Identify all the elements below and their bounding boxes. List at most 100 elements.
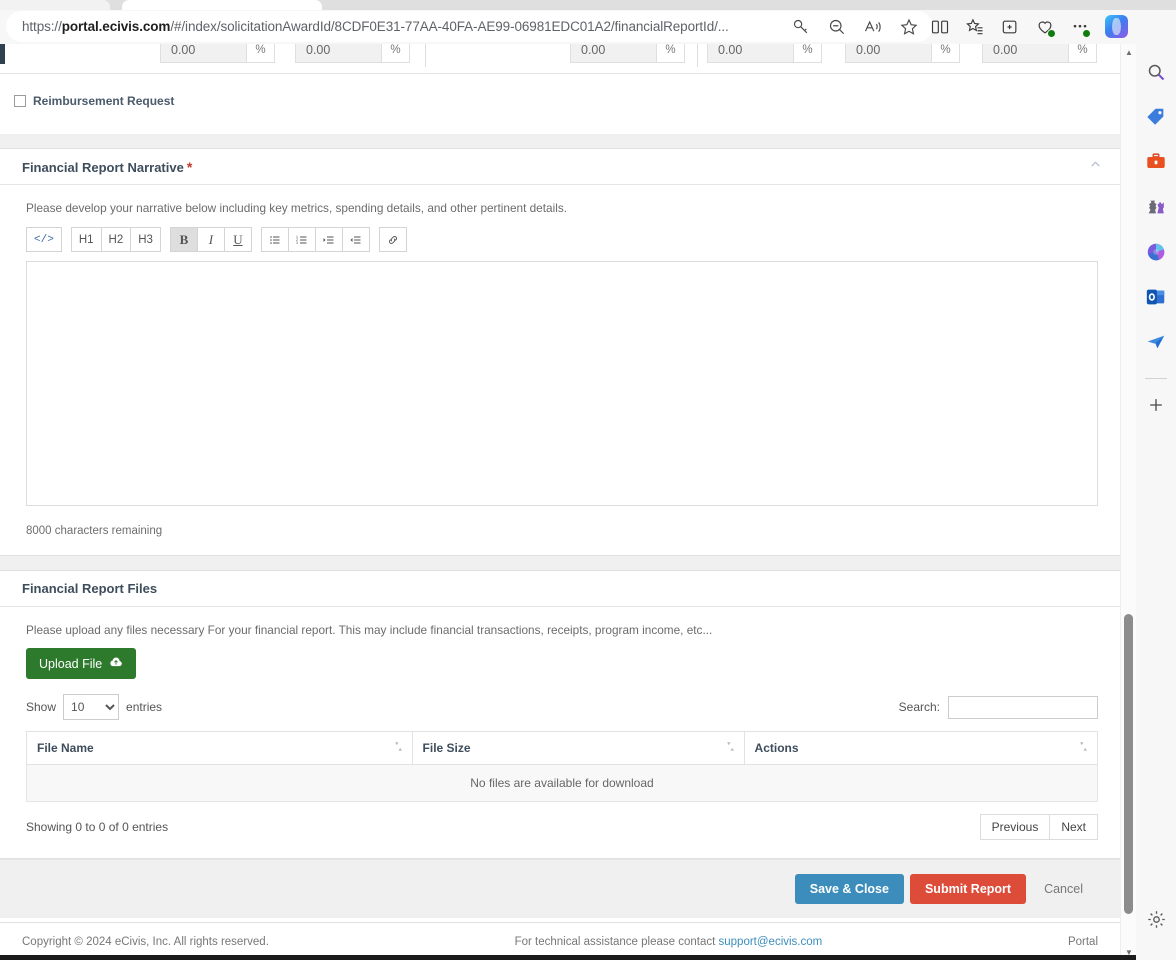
- percentage-input[interactable]: 0.00: [707, 44, 794, 63]
- send-plane-icon[interactable]: [1142, 328, 1170, 356]
- percentage-input[interactable]: 0.00: [570, 44, 657, 63]
- shopping-tag-icon[interactable]: [1142, 103, 1170, 131]
- column-header-file-size[interactable]: File Size: [412, 732, 744, 765]
- underline-button[interactable]: U: [224, 227, 252, 252]
- settings-update-badge: [1082, 29, 1091, 38]
- settings-more-icon[interactable]: [1070, 17, 1090, 37]
- outdent-button[interactable]: [342, 227, 370, 252]
- column-header-actions[interactable]: Actions: [744, 732, 1097, 765]
- italic-button[interactable]: I: [197, 227, 225, 252]
- zoom-out-icon[interactable]: [827, 17, 847, 37]
- reimbursement-request-row[interactable]: Reimbursement Request: [0, 74, 1120, 108]
- previous-page-button[interactable]: Previous: [980, 814, 1051, 840]
- percentage-field-5[interactable]: 0.00%: [845, 44, 960, 63]
- browser-chrome: https://portal.ecivis.com/#/index/solici…: [0, 0, 1176, 44]
- table-info: Showing 0 to 0 of 0 entries: [26, 820, 168, 834]
- footer-copyright: Copyright © 2024 eCivis, Inc. All rights…: [22, 936, 269, 948]
- browser-tab-inactive[interactable]: [0, 0, 110, 10]
- table-row: No files are available for download: [27, 765, 1098, 802]
- heading-3-button[interactable]: H3: [130, 227, 161, 252]
- percentage-field-2[interactable]: 0.00%: [295, 44, 410, 63]
- indent-button[interactable]: [315, 227, 343, 252]
- percentage-input[interactable]: 0.00: [295, 44, 382, 63]
- rte-button-group: [379, 227, 407, 252]
- address-bar[interactable]: https://portal.ecivis.com/#/index/solici…: [6, 11, 933, 42]
- browser-essentials-icon[interactable]: [1035, 17, 1055, 37]
- read-aloud-icon[interactable]: [863, 17, 883, 37]
- rich-text-toolbar: </> H1H2H3 BIU 123: [26, 227, 1098, 252]
- cancel-button[interactable]: Cancel: [1029, 874, 1098, 904]
- percentage-field-4[interactable]: 0.00%: [707, 44, 822, 63]
- heading-1-button[interactable]: H1: [71, 227, 102, 252]
- tab-strip: [0, 0, 1176, 10]
- ordered-list-button[interactable]: 123: [288, 227, 316, 252]
- footer-support: For technical assistance please contact …: [269, 936, 1068, 948]
- gear-icon[interactable]: [1142, 905, 1170, 933]
- financial-report-files-panel: Financial Report Files Please upload any…: [0, 570, 1120, 859]
- narrative-panel-header[interactable]: Financial Report Narrative*: [0, 149, 1120, 185]
- reimbursement-request-checkbox[interactable]: [14, 95, 26, 107]
- rte-button-group: BIU: [170, 227, 252, 252]
- heading-2-button[interactable]: H2: [101, 227, 132, 252]
- collections-icon[interactable]: [1000, 17, 1020, 37]
- percent-suffix: %: [1069, 44, 1097, 63]
- games-icon[interactable]: [1142, 193, 1170, 221]
- entries-label: entries: [126, 700, 162, 714]
- character-counter: 8000 characters remaining: [26, 525, 1098, 537]
- microsoft365-icon[interactable]: [1142, 238, 1170, 266]
- page-size-select[interactable]: 102550100: [63, 694, 119, 720]
- browser-tab-active[interactable]: [122, 0, 322, 10]
- narrative-hint: Please develop your narrative below incl…: [26, 201, 1098, 215]
- table-search-control: Search:: [899, 696, 1098, 719]
- chevron-up-icon[interactable]: [1089, 158, 1102, 176]
- submit-report-button[interactable]: Submit Report: [910, 874, 1026, 904]
- show-label: Show: [26, 700, 56, 714]
- scroll-up-arrow[interactable]: ▲: [1121, 44, 1136, 60]
- add-icon[interactable]: [1142, 391, 1170, 419]
- edge-sidebar: [1136, 44, 1176, 960]
- search-label: Search:: [899, 700, 940, 714]
- url-text: https://portal.ecivis.com/#/index/solici…: [6, 19, 791, 34]
- bold-button[interactable]: B: [170, 227, 198, 252]
- favorite-star-icon[interactable]: [899, 17, 919, 37]
- narrative-editor[interactable]: [26, 261, 1098, 506]
- link-button[interactable]: [379, 227, 407, 252]
- percent-suffix: %: [794, 44, 822, 63]
- percentage-input[interactable]: 0.00: [982, 44, 1069, 63]
- support-email-link[interactable]: support@ecivis.com: [719, 936, 823, 948]
- unordered-list-button[interactable]: [261, 227, 289, 252]
- essentials-status-badge: [1047, 29, 1056, 38]
- split-screen-icon[interactable]: [930, 17, 950, 37]
- sort-icon[interactable]: [394, 741, 403, 756]
- percentage-input[interactable]: 0.00: [160, 44, 247, 63]
- percentage-field-6[interactable]: 0.00%: [982, 44, 1097, 63]
- taskbar-edge: [0, 955, 1136, 960]
- percentage-field-3[interactable]: 0.00%: [570, 44, 685, 63]
- percent-suffix: %: [657, 44, 685, 63]
- outlook-icon[interactable]: [1142, 283, 1170, 311]
- source-code-button[interactable]: </>: [26, 227, 62, 252]
- rte-button-group: </>: [26, 227, 62, 252]
- key-icon[interactable]: [791, 17, 811, 37]
- page-size-control: Show 102550100 entries: [26, 694, 162, 720]
- sort-icon[interactable]: [726, 741, 735, 756]
- narrative-panel-title: Financial Report Narrative*: [22, 159, 192, 175]
- save-and-close-button[interactable]: Save & Close: [795, 874, 904, 904]
- upload-file-button[interactable]: Upload File: [26, 648, 136, 679]
- search-icon[interactable]: [1142, 58, 1170, 86]
- tools-briefcase-icon[interactable]: [1142, 148, 1170, 176]
- next-page-button[interactable]: Next: [1049, 814, 1098, 840]
- sort-icon[interactable]: [1079, 741, 1088, 756]
- files-table: File NameFile SizeActions No files are a…: [26, 731, 1098, 802]
- favorites-icon[interactable]: [965, 17, 985, 37]
- narrative-title-text: Financial Report Narrative: [22, 160, 184, 175]
- empty-table-message: No files are available for download: [27, 765, 1098, 802]
- percentage-row: 0.00%0.00%0.00%0.00%0.00%0.00%: [0, 44, 1120, 74]
- column-header-file-name[interactable]: File Name: [27, 732, 413, 765]
- page-scrollbar[interactable]: ▲ ▼: [1120, 44, 1136, 960]
- percentage-field-1[interactable]: 0.00%: [160, 44, 275, 63]
- percentage-input[interactable]: 0.00: [845, 44, 932, 63]
- scrollbar-thumb[interactable]: [1124, 614, 1133, 914]
- copilot-icon[interactable]: [1105, 15, 1128, 38]
- search-input[interactable]: [948, 696, 1098, 719]
